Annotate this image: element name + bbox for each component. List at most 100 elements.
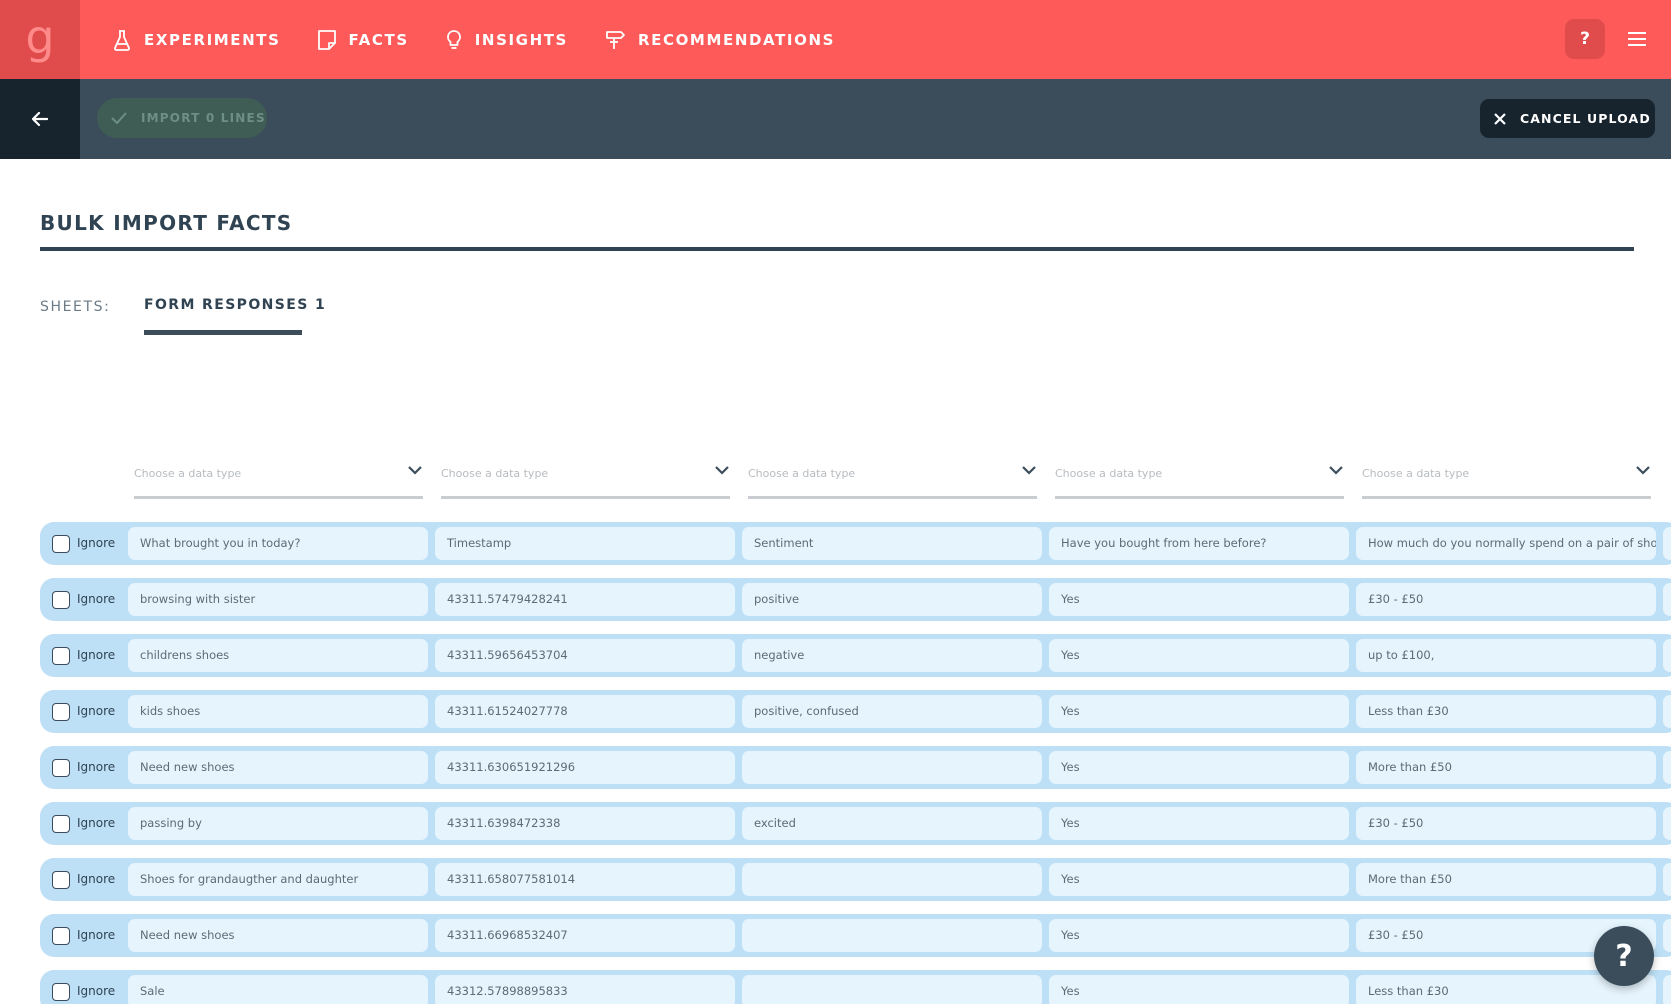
check-icon — [111, 112, 127, 124]
help-button-label: ? — [1580, 29, 1590, 49]
table-cell: Need new shoes — [128, 751, 428, 784]
table-cell: 43311.57479428241 — [435, 583, 735, 616]
logo[interactable]: g — [0, 0, 80, 79]
ignore-checkbox[interactable] — [52, 647, 70, 665]
table-cell: Less than £30 — [1356, 695, 1656, 728]
column-type-select-3[interactable]: Choose a data type — [748, 455, 1037, 499]
ignore-checkbox[interactable] — [52, 871, 70, 889]
table-cell: negative — [742, 639, 1042, 672]
table-row: Ignore kids shoes 43311.61524027778 positiv… — [40, 690, 1671, 733]
ignore-label: Ignore — [77, 872, 116, 886]
action-toolbar: IMPORT 0 LINES CANCEL UPLOAD — [0, 79, 1671, 159]
table-row: Ignore What brought you in today? Timestam… — [40, 522, 1671, 565]
table-cell-overflow — [1663, 583, 1671, 616]
ignore-label: Ignore — [77, 592, 116, 606]
table-cell: 43311.6398472338 — [435, 807, 735, 840]
table-cell: 43312.57898895833 — [435, 975, 735, 1004]
table-cell: £30 - £50 — [1356, 583, 1656, 616]
table-cell: Yes — [1049, 639, 1349, 672]
table-cell: Yes — [1049, 863, 1349, 896]
ignore-checkbox[interactable] — [52, 591, 70, 609]
column-type-select-4[interactable]: Choose a data type — [1055, 455, 1344, 499]
table-cell: Yes — [1049, 695, 1349, 728]
nav-facts[interactable]: FACTS — [317, 29, 409, 51]
table-cell: How much do you normally spend on a pair… — [1356, 527, 1656, 560]
table-cell-overflow — [1663, 919, 1671, 952]
column-type-placeholder: Choose a data type — [134, 467, 242, 480]
table-cell: What brought you in today? — [128, 527, 428, 560]
ignore-checkbox[interactable] — [52, 927, 70, 945]
table-cell-overflow — [1663, 751, 1671, 784]
column-type-select-5[interactable]: Choose a data type — [1362, 455, 1651, 499]
help-button[interactable]: ? — [1565, 19, 1605, 59]
table-row: Ignore Need new shoes 43311.66968532407 Yes… — [40, 914, 1671, 957]
table-cell: Timestamp — [435, 527, 735, 560]
table-cell: Yes — [1049, 807, 1349, 840]
title-divider — [40, 247, 1634, 251]
back-button[interactable] — [0, 79, 80, 159]
import-lines-button[interactable]: IMPORT 0 LINES — [97, 98, 267, 138]
ignore-checkbox[interactable] — [52, 759, 70, 777]
table-cell: Yes — [1049, 919, 1349, 952]
nav-recommendations[interactable]: RECOMMENDATIONS — [604, 29, 835, 51]
tab-form-responses-1[interactable]: FORM RESPONSES 1 — [144, 297, 326, 313]
ignore-label: Ignore — [77, 760, 116, 774]
nav-recommendations-label: RECOMMENDATIONS — [637, 30, 835, 49]
table-cell-overflow — [1663, 863, 1671, 896]
column-type-placeholder: Choose a data type — [1362, 467, 1470, 480]
table-row: Ignore browsing with sister 43311.57479428… — [40, 578, 1671, 621]
logo-letter: g — [25, 9, 55, 64]
nav-facts-label: FACTS — [348, 30, 409, 49]
ignore-checkbox[interactable] — [52, 815, 70, 833]
table-row: Ignore passing by 43311.6398472338 excited Y… — [40, 802, 1671, 845]
note-icon — [317, 29, 336, 50]
table-cell: browsing with sister — [128, 583, 428, 616]
column-type-select-2[interactable]: Choose a data type — [441, 455, 730, 499]
ignore-checkbox[interactable] — [52, 703, 70, 721]
nav-insights[interactable]: INSIGHTS — [445, 29, 568, 51]
nav-experiments[interactable]: EXPERIMENTS — [112, 29, 281, 51]
table-cell-overflow — [1663, 639, 1671, 672]
table-cell-overflow — [1663, 695, 1671, 728]
table-cell: 43311.59656453704 — [435, 639, 735, 672]
ignore-checkbox[interactable] — [52, 983, 70, 1001]
ignore-label: Ignore — [77, 984, 116, 998]
table-cell: up to £100, — [1356, 639, 1656, 672]
flask-icon — [114, 29, 130, 51]
table-cell: passing by — [128, 807, 428, 840]
table-cell: Yes — [1049, 975, 1349, 1004]
table-cell: 43311.61524027778 — [435, 695, 735, 728]
ignore-label: Ignore — [77, 928, 116, 942]
ignore-label: Ignore — [77, 704, 116, 718]
hamburger-menu-icon[interactable] — [1625, 27, 1649, 51]
column-type-placeholder: Choose a data type — [748, 467, 856, 480]
top-navigation: g EXPERIMENTS FACTS INSIGHTS RECOMMENDAT… — [0, 0, 1671, 79]
chevron-down-icon — [715, 466, 729, 475]
cancel-upload-button[interactable]: CANCEL UPLOAD — [1480, 99, 1655, 138]
ignore-label: Ignore — [77, 648, 116, 662]
table-cell-overflow — [1663, 975, 1671, 1004]
table-cell — [742, 863, 1042, 896]
table-cell: £30 - £50 — [1356, 807, 1656, 840]
table-row: Ignore childrens shoes 43311.59656453704 ne… — [40, 634, 1671, 677]
cancel-upload-label: CANCEL UPLOAD — [1520, 111, 1651, 126]
signpost-icon — [606, 30, 625, 49]
ignore-label: Ignore — [77, 536, 116, 550]
table-cell — [742, 751, 1042, 784]
floating-help-button[interactable]: ? — [1594, 926, 1654, 986]
chevron-down-icon — [1022, 466, 1036, 475]
lightbulb-icon — [446, 29, 461, 49]
floating-help-label: ? — [1615, 938, 1633, 974]
table-cell: positive, confused — [742, 695, 1042, 728]
table-cell: childrens shoes — [128, 639, 428, 672]
sheets-label: SHEETS: — [40, 299, 111, 315]
column-type-select-1[interactable]: Choose a data type — [134, 455, 423, 499]
page-title: BULK IMPORT FACTS — [40, 211, 293, 235]
table-cell: 43311.66968532407 — [435, 919, 735, 952]
ignore-checkbox[interactable] — [52, 535, 70, 553]
table-row: Ignore Need new shoes 43311.630651921296 Ye… — [40, 746, 1671, 789]
chevron-down-icon — [1329, 466, 1343, 475]
table-cell: Sale — [128, 975, 428, 1004]
table-cell: kids shoes — [128, 695, 428, 728]
column-type-placeholder: Choose a data type — [1055, 467, 1163, 480]
